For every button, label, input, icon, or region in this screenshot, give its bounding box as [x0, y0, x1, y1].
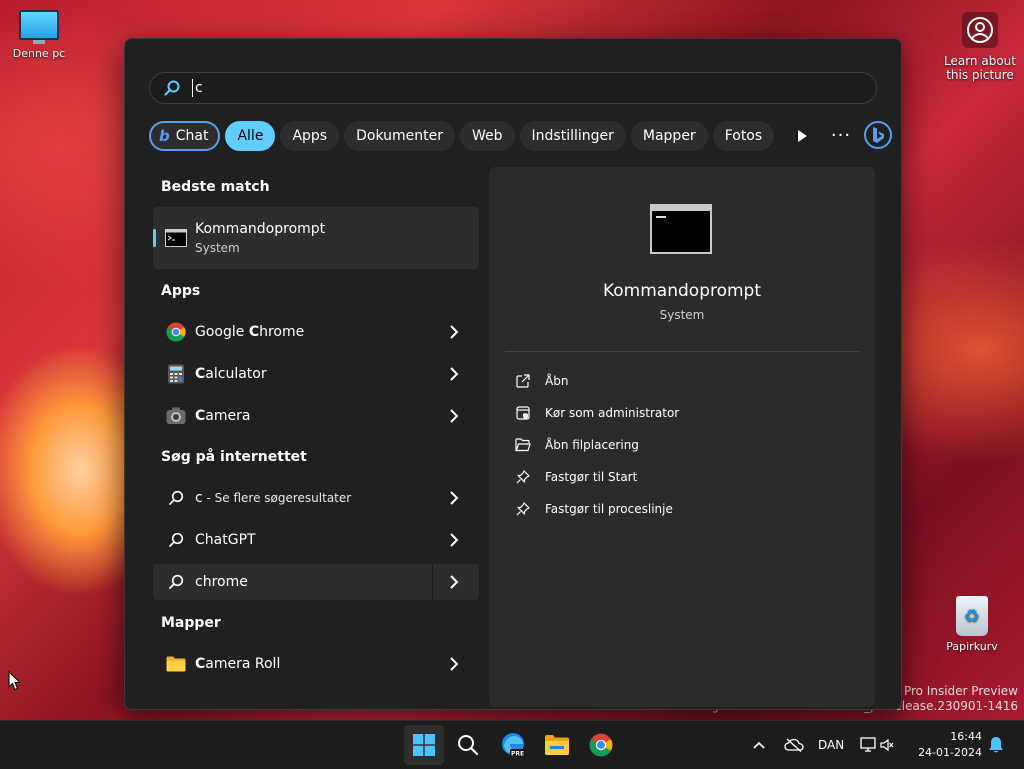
taskbar: PRE DAN 16:44 24-01-2024 [0, 720, 1024, 769]
chevron-right-icon[interactable] [449, 574, 459, 590]
language-indicator[interactable]: DAN [818, 721, 844, 769]
volume-muted-icon [880, 738, 894, 752]
action-open-file-location[interactable]: Åbn filplacering [515, 429, 679, 461]
preview-title: Kommandoprompt [602, 281, 762, 301]
monitor-icon [19, 10, 59, 40]
taskbar-chrome-button[interactable] [581, 725, 621, 765]
result-subtitle: System [195, 241, 240, 255]
display-network-icon [860, 737, 876, 752]
clock-date: 24-01-2024 [918, 746, 982, 759]
section-heading-best-match: Bedste match [161, 179, 270, 195]
search-icon [165, 487, 187, 509]
filter-folders[interactable]: Mapper [630, 121, 708, 151]
result-web-chrome[interactable]: chrome [153, 564, 479, 600]
desktop-icon-learn-about-picture[interactable]: Learn about this picture [940, 12, 1020, 82]
chevron-right-icon[interactable] [449, 324, 459, 340]
taskbar-edge-button[interactable]: PRE [493, 725, 533, 765]
divider [505, 351, 859, 352]
result-web-chatgpt[interactable]: ChatGPT [153, 519, 479, 561]
taskbar-search-button[interactable] [448, 725, 488, 765]
search-icon [164, 80, 180, 96]
preview-actions: Åbn Kør som administrator Åbn filplaceri… [515, 365, 679, 525]
calculator-icon [165, 363, 187, 385]
result-best-match[interactable]: Kommandoprompt System [153, 207, 479, 269]
filter-web[interactable]: Web [460, 121, 515, 151]
chevron-right-icon[interactable] [449, 656, 459, 672]
result-app-chrome[interactable]: Google Chrome [153, 311, 479, 353]
chevron-right-icon[interactable] [449, 532, 459, 548]
svg-text:PRE: PRE [511, 750, 524, 757]
network-volume-tray-button[interactable] [860, 721, 894, 769]
preview-pane: Kommandoprompt System Åbn Kør som admini… [489, 167, 875, 707]
results-list: Bedste match Kommandoprompt System Apps … [153, 167, 479, 685]
preview-subtitle: System [659, 308, 705, 322]
play-arrow-icon [798, 130, 808, 142]
action-run-as-admin[interactable]: Kør som administrator [515, 397, 679, 429]
search-icon [165, 571, 187, 593]
filter-chat[interactable]: b Chat [149, 121, 221, 151]
pin-icon [515, 469, 531, 485]
show-hidden-icons-button[interactable] [752, 721, 766, 769]
result-title: Kommandoprompt [195, 221, 326, 237]
camera-icon [165, 405, 187, 427]
section-heading-web: Søg på internettet [161, 449, 307, 465]
file-explorer-icon [545, 735, 569, 755]
command-prompt-icon [165, 227, 187, 249]
shield-admin-icon [515, 405, 531, 421]
bing-button[interactable] [861, 118, 895, 152]
filter-all[interactable]: Alle [225, 121, 276, 151]
desktop-icon-this-pc[interactable]: Denne pc [8, 10, 70, 60]
taskbar-file-explorer-button[interactable] [537, 725, 577, 765]
chevron-right-icon[interactable] [449, 490, 459, 506]
chevron-right-icon[interactable] [449, 408, 459, 424]
action-open[interactable]: Åbn [515, 365, 679, 397]
bell-icon [989, 737, 1003, 753]
camera-info-icon [962, 12, 998, 48]
bing-chat-icon: b [159, 127, 170, 145]
desktop-icon-label: Denne pc [12, 47, 66, 60]
filter-apps[interactable]: Apps [280, 121, 340, 151]
filter-bar: b Chat Alle Apps Dokumenter Web Indstill… [149, 120, 892, 152]
search-icon [458, 735, 479, 756]
desktop-icon-recycle-bin[interactable]: ♻ Papirkurv [940, 596, 1004, 653]
clock-time: 16:44 [950, 730, 982, 743]
notifications-button[interactable] [988, 721, 1004, 769]
windows-logo-icon [413, 734, 435, 756]
pin-icon [515, 501, 531, 517]
edge-preview-icon: PRE [502, 733, 525, 757]
chevron-right-icon[interactable] [449, 366, 459, 382]
search-icon [165, 529, 187, 551]
filter-settings[interactable]: Indstillinger [519, 121, 626, 151]
mouse-cursor-icon [8, 671, 22, 691]
result-folder-camera-roll[interactable]: Camera Roll [153, 643, 479, 685]
search-input[interactable] [192, 79, 847, 97]
section-heading-folders: Mapper [161, 615, 221, 631]
folder-open-icon [515, 437, 531, 453]
result-app-calculator[interactable]: Calculator [153, 353, 479, 395]
chevron-up-icon [753, 741, 765, 749]
cloud-offline-icon [784, 738, 804, 752]
open-external-icon [515, 373, 531, 389]
filter-photos[interactable]: Fotos [712, 121, 775, 151]
filter-scroll-right-button[interactable] [785, 121, 819, 151]
recycle-bin-icon: ♻ [956, 596, 988, 636]
folder-icon [165, 653, 187, 675]
command-prompt-icon [650, 204, 712, 254]
clock[interactable]: 16:44 24-01-2024 [918, 729, 982, 761]
chrome-icon [589, 733, 613, 757]
filter-documents[interactable]: Dokumenter [344, 121, 455, 151]
bing-icon [864, 121, 892, 149]
result-app-camera[interactable]: Camera [153, 395, 479, 437]
start-button[interactable] [404, 725, 444, 765]
result-web-c[interactable]: c - Se flere søgeresultater [153, 477, 479, 519]
action-pin-to-taskbar[interactable]: Fastgør til proceslinje [515, 493, 679, 525]
onedrive-tray-button[interactable] [784, 721, 804, 769]
section-heading-apps: Apps [161, 283, 201, 299]
more-options-button[interactable]: ··· [829, 120, 853, 150]
search-box[interactable] [149, 72, 877, 104]
search-panel: b Chat Alle Apps Dokumenter Web Indstill… [124, 38, 902, 710]
action-pin-to-start[interactable]: Fastgør til Start [515, 461, 679, 493]
chrome-icon [165, 321, 187, 343]
